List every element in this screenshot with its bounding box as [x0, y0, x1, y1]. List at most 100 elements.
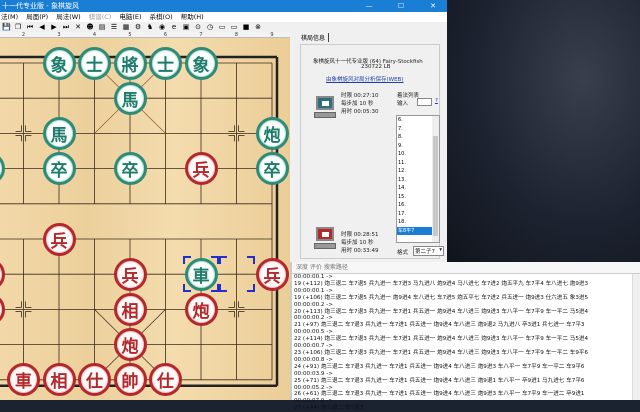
- log-line: 20 (+113) 炮三退二 车7退3 兵九进一 车7进1 兵五进一 炮9进4 …: [294, 308, 589, 315]
- top-increment: 每步加 10 秒: [341, 101, 374, 107]
- computer-black-icon: [314, 96, 336, 120]
- black-piece[interactable]: 馬: [42, 116, 76, 150]
- log-line: 26 (+61) 炮三退二 车7退3 兵九进一 车7进1 兵五进一 炮9进4 车…: [294, 391, 585, 398]
- first-icon[interactable]: ⏮: [26, 23, 34, 31]
- list-icon[interactable]: ☰: [110, 23, 118, 31]
- gear-icon[interactable]: ⚙: [134, 23, 142, 31]
- black-piece[interactable]: 炮: [255, 116, 289, 150]
- close-button[interactable]: ✕: [422, 0, 444, 12]
- black-piece[interactable]: 卒: [255, 152, 289, 186]
- log-line: 00:00:07.0 ->: [294, 398, 333, 405]
- person-icon[interactable]: ☻: [86, 23, 94, 31]
- format-value: 第二子7: [415, 249, 435, 255]
- log-line: 00:00:00.7 ->: [294, 343, 333, 350]
- menu-record[interactable]: 棋谱(C): [89, 12, 112, 22]
- log-line: 24 (+91) 炮三退二 车7退3 兵九进一 车7进1 兵五进一 炮9进4 车…: [294, 363, 585, 370]
- bottom-time-limit: 时限 00:28:51: [341, 232, 379, 238]
- log-line: 21 (+97) 炮三退二 车7退3 兵九进一 车7进1 兵五进一 炮9进4 车…: [294, 322, 585, 329]
- red-piece[interactable]: 相: [42, 363, 76, 397]
- grid-icon[interactable]: ▦: [122, 23, 130, 31]
- delete-icon[interactable]: ✕: [74, 23, 82, 31]
- eye-icon[interactable]: ◉: [158, 23, 166, 31]
- log-line: 00:00:00.1 ->: [294, 287, 333, 294]
- chevron-down-icon: ▾: [439, 247, 442, 253]
- black-piece[interactable]: 士: [149, 46, 182, 80]
- title-bar: 十一代专业版 - 象棋旋风 — ☐ ✕: [0, 0, 447, 12]
- menu-method[interactable]: 局法(W): [56, 12, 81, 22]
- black-piece[interactable]: 卒: [113, 152, 147, 186]
- log-line: 19 (+106) 炮三退二 车7退5 兵九进一 炮9进4 车八进七 车7进5 …: [294, 294, 589, 301]
- black-piece[interactable]: 將: [113, 46, 147, 80]
- computer-black-icon[interactable]: ▭: [218, 23, 226, 31]
- next-icon[interactable]: ▶: [50, 23, 58, 31]
- red-piece[interactable]: 兵: [113, 257, 147, 291]
- red-piece[interactable]: 兵: [42, 222, 76, 256]
- log-line: 25 (+71) 炮三退二 车7退3 兵九进一 车7进1 兵五进一 炮9进4 车…: [294, 377, 585, 384]
- log-line: 00:00:03.9 ->: [294, 370, 333, 377]
- tab-game-info[interactable]: 棋局信息: [301, 33, 330, 42]
- stop-icon[interactable]: ⊗: [254, 23, 262, 31]
- prev-icon[interactable]: ◀: [38, 23, 46, 31]
- ie-icon[interactable]: e: [170, 23, 178, 31]
- menu-file[interactable]: 法(M): [1, 12, 18, 22]
- black-piece[interactable]: 象: [184, 46, 218, 80]
- minimize-button[interactable]: —: [358, 0, 380, 12]
- log-line: 22 (+114) 炮三退二 车7退3 兵九进一 车7进1 兵五进一 炮9进4 …: [294, 336, 589, 343]
- red-piece[interactable]: 帥: [113, 363, 147, 397]
- black-piece[interactable]: 士: [78, 46, 111, 80]
- computer-red-icon[interactable]: ▭: [230, 23, 238, 31]
- engine-log: 00:00:00.1 -> 19 (+112) 炮三退二 车7退5 兵九进一 车7…: [292, 274, 640, 412]
- computer-red-icon: [314, 227, 336, 251]
- menu-computer[interactable]: 电脑(E): [119, 12, 141, 22]
- analyze-icon[interactable]: ⊙: [194, 23, 202, 31]
- log-header: 深度 评价 搜索路径: [292, 262, 640, 274]
- maximize-button[interactable]: ☐: [390, 0, 412, 12]
- red-piece[interactable]: 炮: [113, 328, 147, 362]
- red-piece[interactable]: 兵: [255, 257, 289, 291]
- format-select[interactable]: 第二子7 ▾: [413, 246, 444, 256]
- red-piece[interactable]: 炮: [184, 292, 218, 326]
- bottom-time-used: 用时 00:33:49: [341, 248, 379, 254]
- clock-icon[interactable]: ◷: [206, 23, 214, 31]
- engine-log-panel: 深度 评价 搜索路径 00:00:00.1 -> 19 (+112) 炮三退二 车…: [290, 262, 640, 411]
- chess-board[interactable]: 象士將士象馬馬炮卒卒卒卒兵兵兵兵車兵炮相炮炮車相仕帥仕: [0, 38, 290, 400]
- top-time-used: 用时 00:05:30: [341, 109, 379, 115]
- format-label: 格式: [397, 250, 409, 256]
- red-piece[interactable]: 兵: [184, 152, 218, 186]
- move-list[interactable]: 6. 7. 8. 9. 10. 11. 12. 13. 14. 15. 16. 17. 18. 车8平7: [396, 115, 440, 243]
- book-icon[interactable]: ▤: [98, 23, 106, 31]
- window-icon[interactable]: ❐: [14, 23, 22, 31]
- black-piece[interactable]: 車: [184, 257, 218, 291]
- menu-bar: 法(M) 局面(P) 局法(W) 棋谱(C) 电脑(E) 杀棋(O) 帮助(H): [0, 12, 447, 22]
- log-scrollbar[interactable]: [632, 274, 640, 400]
- bottom-increment: 每步加 10 秒: [341, 240, 374, 246]
- black-piece[interactable]: 卒: [42, 152, 76, 186]
- log-line: 00:00:00.8 ->: [294, 356, 333, 363]
- info-panel: 棋局信息 象棋旋风十一代专业版 (64) Fairy-Stockfish 230…: [295, 30, 445, 262]
- menu-position[interactable]: 局面(P): [26, 12, 48, 22]
- red-piece[interactable]: 相: [113, 292, 147, 326]
- analysis-link[interactable]: 由象棋旋风对局分析保存(WEB): [326, 75, 403, 83]
- save-icon[interactable]: 💾: [2, 23, 11, 31]
- move-list-scrollbar[interactable]: [432, 116, 439, 242]
- menu-help[interactable]: 帮助(H): [181, 12, 204, 22]
- clipboard-icon[interactable]: ▣: [182, 23, 190, 31]
- black-piece[interactable]: 象: [42, 46, 76, 80]
- menu-mate[interactable]: 杀棋(O): [150, 12, 173, 22]
- engine-version: 230722 LB: [361, 64, 391, 70]
- top-time-limit: 时限 00:27:10: [341, 93, 379, 99]
- black-piece[interactable]: 馬: [113, 81, 147, 115]
- move-input[interactable]: [417, 98, 432, 106]
- toolbar: 💾 ❐ ⏮ ◀ ▶ ⏭ ✕ ☻ ▤ ☰ ▦ ⚙ ♞ ◉ e ▣ ⊙ ◷ ▭ ▭ ■ ⊗: [0, 22, 290, 32]
- window-title: 十一代专业版 - 象棋旋风: [2, 2, 79, 10]
- log-line: 19 (+112) 炮三退二 车7退5 兵九进一 车7进3 马九进八 炮9进4 …: [294, 280, 589, 287]
- target-square-marker: [218, 256, 255, 293]
- input-label: 输入: [397, 101, 409, 107]
- log-line: 00:00:00.2 ->: [294, 301, 333, 308]
- last-icon[interactable]: ⏭: [62, 23, 70, 31]
- engine-icon[interactable]: ♞: [146, 23, 154, 31]
- desktop-background: [447, 0, 640, 262]
- log-line: 27 (+44) 炮三退二 车7退3: [294, 405, 364, 412]
- terminal-icon[interactable]: ■: [242, 23, 250, 31]
- help-link[interactable]: ?: [435, 98, 438, 104]
